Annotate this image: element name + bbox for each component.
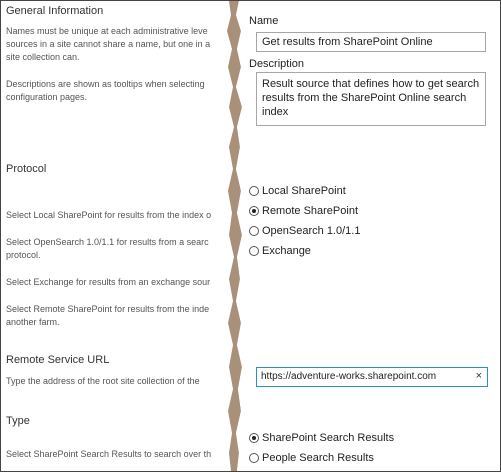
type-title: Type [6, 415, 30, 427]
general-info-title: General Information [6, 5, 104, 17]
type-option-sharepoint-search-results[interactable]: SharePoint Search Results [249, 430, 394, 446]
protocol-help-exchange: Select Exchange for results from an exch… [6, 277, 211, 287]
description-label: Description [249, 58, 305, 70]
radio-icon [249, 246, 259, 256]
protocol-option-label: Local SharePoint [262, 185, 346, 197]
name-input-value: Get results from SharePoint Online [262, 36, 433, 48]
protocol-help-opensearch-1: Select OpenSearch 1.0/1.1 for results fr… [6, 237, 209, 247]
protocol-title: Protocol [6, 163, 47, 175]
right-form-panel: Name Get results from SharePoint Online … [241, 1, 500, 471]
description-textarea[interactable]: Result source that defines how to get se… [256, 72, 486, 126]
description-line-2: results from the SharePoint Online searc… [262, 92, 467, 118]
name-help-line-3: site collection can. [6, 52, 80, 62]
clear-icon[interactable]: × [476, 370, 482, 382]
protocol-option-label: Remote SharePoint [262, 205, 358, 217]
radio-icon [249, 453, 259, 463]
protocol-help-remote-1: Select Remote SharePoint for results fro… [6, 304, 210, 314]
name-label: Name [249, 15, 279, 27]
radio-icon [249, 186, 259, 196]
radio-selected-icon [249, 206, 259, 216]
protocol-help-remote-2: another farm. [6, 317, 60, 327]
type-option-people-search-results[interactable]: People Search Results [249, 450, 374, 466]
radio-selected-icon [249, 433, 259, 443]
name-help-line-1: Names must be unique at each administrat… [6, 26, 208, 36]
description-line-1: Result source that defines how to get se… [262, 78, 480, 90]
protocol-option-label: Exchange [262, 245, 311, 257]
protocol-option-remote-sharepoint[interactable]: Remote SharePoint [249, 203, 358, 219]
protocol-option-opensearch[interactable]: OpenSearch 1.0/1.1 [249, 223, 360, 239]
left-help-panel: General Information Names must be unique… [1, 1, 231, 471]
protocol-option-exchange[interactable]: Exchange [249, 243, 311, 259]
type-option-label: SharePoint Search Results [262, 432, 395, 444]
remote-url-value: https://adventure-works.sharepoint.com [261, 371, 437, 382]
protocol-option-local-sharepoint[interactable]: Local SharePoint [249, 183, 346, 199]
remote-url-help: Type the address of the root site collec… [6, 376, 200, 386]
name-input[interactable]: Get results from SharePoint Online [256, 32, 486, 52]
remote-service-url-input[interactable]: https://adventure-works.sharepoint.com × [256, 367, 488, 387]
result-source-page: General Information Names must be unique… [0, 0, 501, 472]
type-option-label: People Search Results [262, 452, 374, 464]
radio-icon [249, 226, 259, 236]
protocol-option-label: OpenSearch 1.0/1.1 [262, 225, 361, 237]
remote-url-title: Remote Service URL [6, 354, 110, 366]
description-help-line-2: configuration pages. [6, 92, 88, 102]
protocol-help-local: Select Local SharePoint for results from… [6, 210, 212, 220]
type-help: Select SharePoint Search Results to sear… [6, 449, 212, 459]
description-help-line-1: Descriptions are shown as tooltips when … [6, 79, 205, 89]
protocol-help-opensearch-2: protocol. [6, 250, 41, 260]
name-help-line-2: sources in a site cannot share a name, b… [6, 39, 211, 49]
